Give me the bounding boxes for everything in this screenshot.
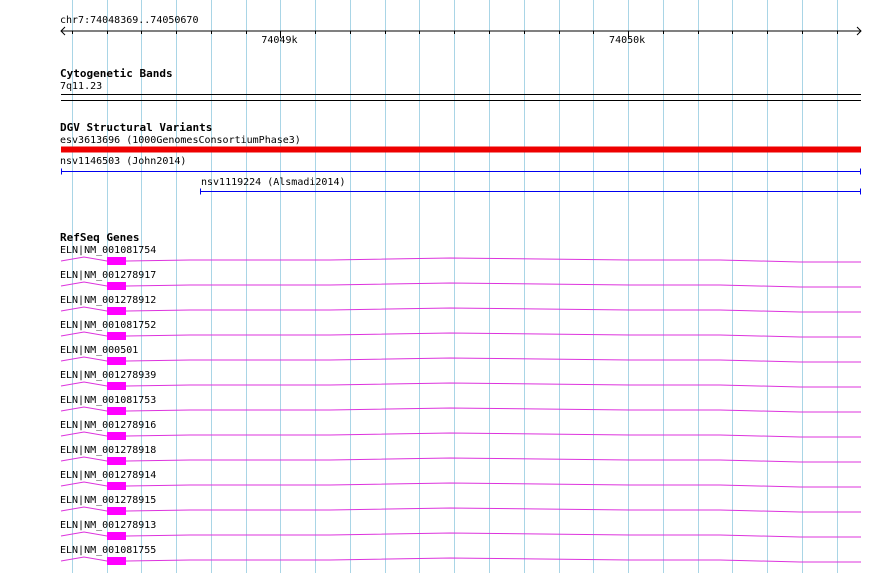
ruler-tick-label: 74050k (609, 35, 646, 46)
gene-exon[interactable] (107, 332, 126, 340)
gene-intron-line[interactable] (60, 556, 861, 563)
gene-exon[interactable] (107, 482, 126, 490)
gene-intron-line[interactable] (60, 506, 861, 513)
refseq-track-title: RefSeq Genes (60, 231, 140, 244)
gene-intron-line[interactable] (60, 356, 861, 363)
gene-label: ELN|NM_001278917 (60, 270, 157, 281)
gene-exon[interactable] (107, 507, 126, 515)
gene-label: ELN|NM_001278915 (60, 495, 157, 506)
ruler-tick-label: 74049k (261, 35, 298, 46)
gene-intron-line[interactable] (60, 306, 861, 313)
gene-label: ELN|NM_001278912 (60, 295, 157, 306)
gene-label: ELN|NM_000501 (60, 345, 139, 356)
vertical-gridlines (72, 0, 838, 573)
variant-bar[interactable] (61, 146, 861, 153)
gene-label: ELN|NM_001081755 (60, 545, 157, 556)
variant-label: nsv1119224 (Alsmadi2014) (201, 177, 346, 188)
cytoband-track[interactable] (61, 94, 861, 101)
gene-exon[interactable] (107, 257, 126, 265)
gene-label: ELN|NM_001278914 (60, 470, 157, 481)
gene-exon[interactable] (107, 382, 126, 390)
gene-label: ELN|NM_001081752 (60, 320, 157, 331)
gene-label: ELN|NM_001278916 (60, 420, 157, 431)
gene-intron-line[interactable] (60, 481, 861, 488)
dgv-track-title: DGV Structural Variants (60, 121, 213, 134)
dgv-track[interactable] (61, 146, 861, 195)
gene-intron-line[interactable] (60, 381, 861, 388)
gene-intron-line[interactable] (60, 456, 861, 463)
coordinate-ruler[interactable] (60, 26, 862, 38)
gene-exon[interactable] (107, 357, 126, 365)
gene-intron-line[interactable] (60, 406, 861, 413)
gene-intron-line[interactable] (60, 531, 861, 538)
cytoband-track-title: Cytogenetic Bands (60, 67, 173, 80)
refseq-track[interactable] (60, 256, 861, 565)
gene-intron-line[interactable] (60, 281, 861, 288)
gene-exon[interactable] (107, 457, 126, 465)
variant-label: esv3613696 (1000GenomesConsortiumPhase3) (60, 135, 301, 146)
gene-intron-line[interactable] (60, 431, 861, 438)
gene-intron-line[interactable] (60, 331, 861, 338)
gene-exon[interactable] (107, 307, 126, 315)
gene-label: ELN|NM_001081754 (60, 245, 157, 256)
gene-label: ELN|NM_001278918 (60, 445, 157, 456)
gene-exon[interactable] (107, 557, 126, 565)
genome-browser-tracks (60, 0, 862, 573)
cytoband-label: 7q11.23 (60, 81, 103, 92)
gene-exon[interactable] (107, 407, 126, 415)
gene-intron-line[interactable] (60, 256, 861, 263)
gene-exon[interactable] (107, 282, 126, 290)
ruler-coordinates: chr7:74048369..74050670 (60, 15, 199, 26)
gene-label: ELN|NM_001278913 (60, 520, 157, 531)
gene-exon[interactable] (107, 532, 126, 540)
gene-exon[interactable] (107, 432, 126, 440)
gene-label: ELN|NM_001278939 (60, 370, 157, 381)
gene-label: ELN|NM_001081753 (60, 395, 157, 406)
variant-label: nsv1146503 (John2014) (60, 156, 187, 167)
